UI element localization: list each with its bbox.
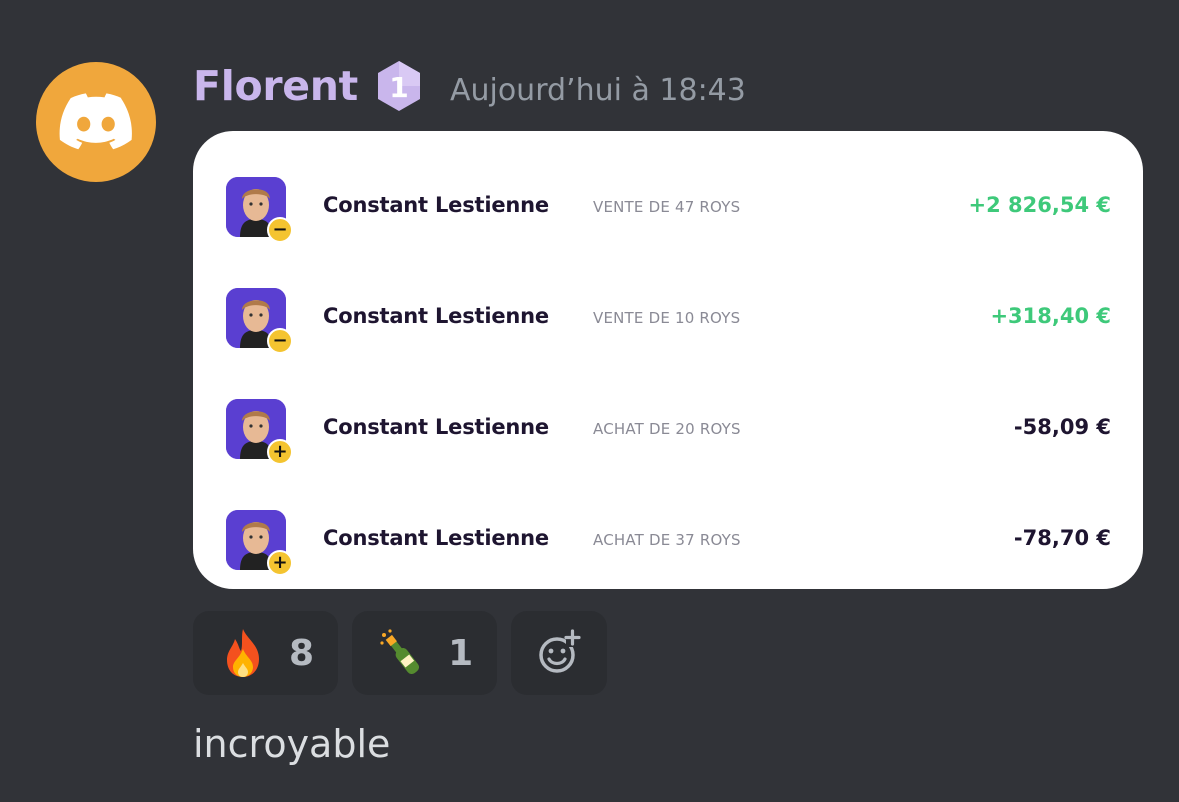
champagne-icon xyxy=(380,629,420,675)
author-avatar[interactable] xyxy=(36,62,156,182)
player-name: Constant Lestienne xyxy=(323,526,549,550)
transaction-row: + Constant Lestienne ACHAT DE 37 ROYS -7… xyxy=(193,502,1143,582)
discord-logo-icon xyxy=(59,93,132,150)
transaction-row: − Constant Lestienne VENTE DE 47 ROYS +2… xyxy=(193,169,1143,249)
buy-badge-icon: + xyxy=(267,550,293,576)
message-timestamp[interactable]: Aujourd’hui à 18:43 xyxy=(450,73,746,108)
hexagon-badge-icon[interactable]: 1 xyxy=(374,59,424,113)
transaction-row: + Constant Lestienne ACHAT DE 20 ROYS -5… xyxy=(193,391,1143,471)
add-reaction-button[interactable] xyxy=(511,611,608,695)
player-name: Constant Lestienne xyxy=(323,415,549,439)
reaction-count: 1 xyxy=(448,632,474,674)
transaction-row: − Constant Lestienne VENTE DE 10 ROYS +3… xyxy=(193,280,1143,360)
transaction-description: ACHAT DE 20 ROYS xyxy=(593,420,741,438)
transaction-amount: -58,09 € xyxy=(1013,415,1111,439)
sell-badge-icon: − xyxy=(267,328,293,354)
message-header: Florent 1 Aujourd’hui à 18:43 xyxy=(193,56,746,116)
transaction-amount: +318,40 € xyxy=(990,304,1111,328)
buy-badge-icon: + xyxy=(267,439,293,465)
add-reaction-icon xyxy=(539,629,581,673)
transactions-card[interactable]: − Constant Lestienne VENTE DE 47 ROYS +2… xyxy=(193,131,1143,589)
transaction-amount: +2 826,54 € xyxy=(968,193,1111,217)
sell-badge-icon: − xyxy=(267,217,293,243)
author-username[interactable]: Florent xyxy=(193,62,358,110)
player-name: Constant Lestienne xyxy=(323,304,549,328)
transaction-description: VENTE DE 47 ROYS xyxy=(593,198,741,216)
reaction-count: 8 xyxy=(289,632,315,674)
message-text: incroyable xyxy=(193,722,391,766)
transaction-description: VENTE DE 10 ROYS xyxy=(593,309,741,327)
reactions-bar: 8 1 xyxy=(193,611,608,695)
reaction-fire[interactable]: 8 xyxy=(193,611,339,695)
transaction-amount: -78,70 € xyxy=(1013,526,1111,550)
transaction-description: ACHAT DE 37 ROYS xyxy=(593,531,741,549)
fire-icon xyxy=(227,629,259,677)
badge-label: 1 xyxy=(389,71,408,104)
reaction-champagne[interactable]: 1 xyxy=(352,611,498,695)
player-name: Constant Lestienne xyxy=(323,193,549,217)
